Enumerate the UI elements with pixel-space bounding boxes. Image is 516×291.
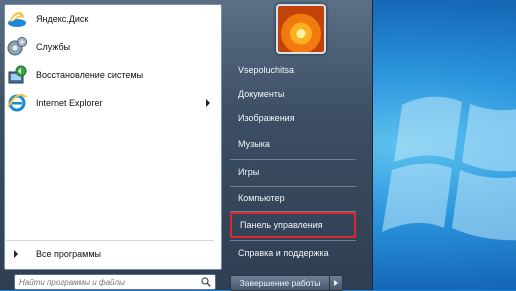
all-programs-button[interactable]: Все программы — [4, 244, 214, 264]
start-menu: Яндекс.Диск Службы Восстановление систем… — [0, 0, 373, 291]
shutdown-options-button[interactable] — [329, 275, 343, 291]
right-item-games[interactable]: Игры — [230, 160, 356, 184]
shutdown-button[interactable]: Завершение работы — [230, 275, 330, 291]
right-item-control-panel[interactable]: Панель управления — [230, 212, 356, 238]
right-item-label: Документы — [238, 89, 285, 99]
program-item-services[interactable]: Службы — [4, 34, 214, 60]
right-item-label: Панель управления — [240, 220, 323, 230]
right-item-label: Музыка — [238, 139, 270, 149]
right-item-pictures[interactable]: Изображения — [230, 106, 356, 130]
user-avatar[interactable] — [276, 4, 326, 54]
right-item-help[interactable]: Справка и поддержка — [230, 241, 356, 265]
system-restore-icon — [6, 64, 28, 86]
program-item-system-restore[interactable]: Восстановление системы — [4, 62, 214, 88]
program-label: Восстановление системы — [36, 70, 144, 80]
program-label: Службы — [36, 42, 71, 52]
right-item-label: Игры — [238, 167, 260, 177]
divider — [6, 240, 214, 241]
right-item-label: Изображения — [238, 113, 295, 123]
submenu-arrow-icon — [206, 99, 210, 107]
arrow-right-icon — [334, 280, 338, 286]
right-item-label: Компьютер — [238, 193, 285, 203]
program-item-internet-explorer[interactable]: Internet Explorer — [4, 90, 214, 116]
right-item-music[interactable]: Музыка — [230, 132, 356, 156]
shutdown-label: Завершение работы — [239, 278, 321, 288]
right-item-computer[interactable]: Компьютер — [230, 186, 356, 210]
right-item-label: Vsepoluchitsa — [238, 65, 295, 75]
program-label: Internet Explorer — [36, 98, 103, 108]
search-icon[interactable] — [201, 277, 211, 287]
arrow-right-icon — [14, 250, 18, 258]
windows-logo — [382, 96, 516, 241]
program-item-yandex-disk[interactable]: Яндекс.Диск — [4, 6, 214, 32]
right-item-label: Справка и поддержка — [238, 248, 329, 258]
right-item-documents[interactable]: Документы — [230, 82, 356, 106]
internet-explorer-icon — [6, 92, 28, 114]
yandex-disk-icon — [6, 8, 28, 30]
right-item-user[interactable]: Vsepoluchitsa — [230, 58, 356, 82]
all-programs-label: Все программы — [36, 249, 102, 259]
services-gear-icon — [6, 36, 28, 58]
search-input[interactable] — [19, 275, 189, 289]
search-box — [14, 274, 216, 290]
program-label: Яндекс.Диск — [36, 14, 89, 24]
